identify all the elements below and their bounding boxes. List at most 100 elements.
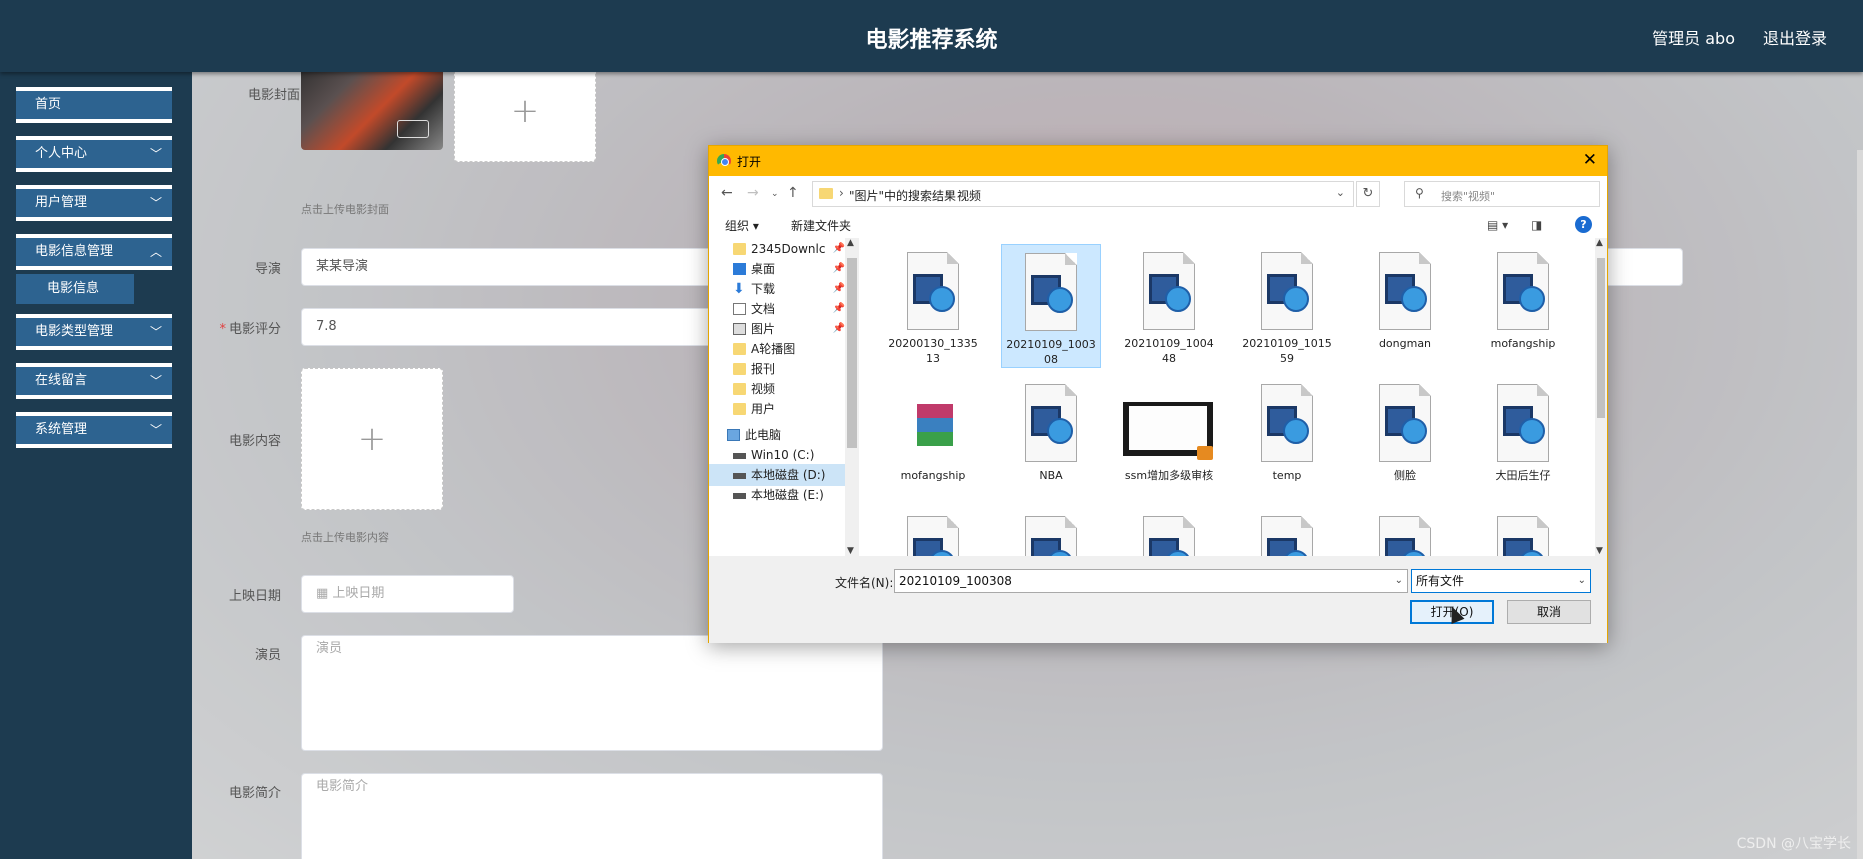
pin-icon: 📌	[832, 323, 845, 334]
video-file-icon	[1019, 253, 1083, 333]
new-folder-button[interactable]: 新建文件夹	[791, 217, 851, 234]
file-item[interactable]: ssm增加多级审核	[1119, 376, 1219, 483]
file-item[interactable]: temp	[1237, 376, 1337, 483]
file-item[interactable]	[883, 508, 983, 556]
sidebar-item-label: 在线留言	[35, 373, 88, 388]
sidebar-item-personal-center[interactable]: 个人中心 ﹀	[16, 136, 172, 172]
video-file-icon	[901, 252, 965, 332]
file-item[interactable]	[1001, 508, 1101, 556]
view-options-icon[interactable]: ▤ ▾	[1487, 218, 1508, 232]
nav-item-documents[interactable]: 文档 📌	[709, 298, 847, 320]
chevron-down-icon[interactable]: ⌄	[1395, 570, 1403, 592]
sidebar-item-home[interactable]: 首页	[16, 87, 172, 123]
file-item[interactable]: 20210109_101559	[1237, 244, 1337, 366]
intro-textarea[interactable]: 电影简介	[301, 773, 883, 859]
nav-item-a-carousel[interactable]: A轮播图	[709, 338, 847, 360]
nav-item-drive-e[interactable]: 本地磁盘 (E:)	[709, 484, 847, 506]
filetype-select[interactable]: 所有文件 ⌄	[1411, 569, 1591, 593]
file-item[interactable]: NBA	[1001, 376, 1101, 483]
sidebar-subitem-movie-info[interactable]: 电影信息	[16, 274, 134, 304]
cancel-button[interactable]: 取消	[1507, 600, 1591, 624]
cover-image[interactable]	[301, 72, 443, 150]
page-scrollbar[interactable]	[1857, 150, 1863, 859]
video-file-icon	[1255, 252, 1319, 332]
file-item[interactable]	[1355, 508, 1455, 556]
nav-item-users[interactable]: 用户	[709, 398, 847, 420]
breadcrumb-separator: ›	[945, 186, 950, 200]
file-item[interactable]	[1473, 508, 1573, 556]
nav-pane-scrollbar[interactable]: ▲ ▼	[845, 238, 859, 556]
help-icon[interactable]: ?	[1575, 216, 1592, 233]
breadcrumb-search-results[interactable]: "图片"中的搜索结果	[849, 187, 956, 204]
nav-item-drive-d[interactable]: 本地磁盘 (D:)	[709, 464, 847, 486]
search-box[interactable]: ⚲ 搜索"视频"	[1404, 181, 1600, 207]
up-arrow-icon[interactable]: ↑	[787, 185, 799, 201]
video-file-icon	[1491, 252, 1555, 332]
video-file-icon	[1137, 516, 1201, 556]
nav-item-this-pc[interactable]: 此电脑	[709, 424, 847, 446]
organize-menu[interactable]: 组织 ▾	[725, 217, 759, 234]
filename-input[interactable]: 20210109_100308 ⌄	[894, 569, 1408, 593]
chevron-down-icon: ﹀	[149, 423, 162, 437]
breadcrumb-separator: ›	[839, 186, 844, 200]
cover-upload-box[interactable]: +	[454, 72, 596, 162]
nav-item-2345downloads[interactable]: 2345Downlc 📌	[709, 238, 847, 260]
sidebar-item-user-management[interactable]: 用户管理 ﹀	[16, 185, 172, 221]
video-file-icon	[1255, 516, 1319, 556]
scroll-up-icon[interactable]: ▲	[847, 238, 854, 248]
dialog-titlebar[interactable]: 打开 ✕	[709, 146, 1607, 176]
file-item[interactable]	[1237, 508, 1337, 556]
download-icon: ⬇	[733, 281, 745, 297]
nav-item-videos[interactable]: 视频	[709, 378, 847, 400]
desktop-icon	[733, 263, 746, 275]
recent-dropdown-icon[interactable]: ⌄	[771, 189, 779, 199]
scroll-thumb[interactable]	[1597, 258, 1605, 418]
sidebar-item-system-management[interactable]: 系统管理 ﹀	[16, 412, 172, 448]
nav-item-periodicals[interactable]: 报刊	[709, 358, 847, 380]
file-item[interactable]: 大田后生仔	[1473, 376, 1573, 483]
close-icon[interactable]: ✕	[1583, 150, 1597, 170]
file-item[interactable]: 20200130_133513	[883, 244, 983, 366]
file-item[interactable]: mofangship	[1473, 244, 1573, 351]
app-header: 电影推荐系统 管理员 abo 退出登录	[0, 0, 1863, 72]
sidebar-item-online-message[interactable]: 在线留言 ﹀	[16, 363, 172, 399]
forward-arrow-icon[interactable]: →	[747, 185, 759, 201]
nav-item-drive-c[interactable]: Win10 (C:)	[709, 444, 847, 466]
dialog-navbar: ← → ⌄ ↑ › "图片"中的搜索结果 › 视频 ⌄ ↻ ⚲ 搜索"视频"	[709, 176, 1607, 212]
sidebar-item-label: 电影信息管理	[35, 244, 114, 259]
logout-link[interactable]: 退出登录	[1763, 25, 1827, 49]
chevron-down-icon[interactable]: ⌄	[1336, 186, 1345, 199]
sidebar-item-movie-info-management[interactable]: 电影信息管理 ︿	[16, 234, 172, 270]
content-upload-box[interactable]: +	[301, 368, 443, 510]
sidebar-item-movie-type-management[interactable]: 电影类型管理 ﹀	[16, 314, 172, 350]
file-item[interactable]: 20210109_100448	[1119, 244, 1219, 366]
scroll-thumb[interactable]	[847, 258, 857, 448]
drive-icon	[733, 453, 746, 459]
pin-icon: 📌	[832, 283, 845, 294]
pin-icon: 📌	[832, 303, 845, 314]
scroll-down-icon[interactable]: ▼	[1596, 546, 1603, 556]
nav-item-downloads[interactable]: ⬇ 下载 📌	[709, 278, 847, 300]
refresh-icon[interactable]: ↻	[1356, 181, 1380, 207]
address-bar[interactable]: › "图片"中的搜索结果 › 视频 ⌄	[812, 181, 1354, 207]
preview-pane-icon[interactable]: ◨	[1531, 218, 1542, 232]
nav-item-pictures[interactable]: 图片 📌	[709, 318, 847, 340]
nav-item-desktop[interactable]: 桌面 📌	[709, 258, 847, 280]
file-item[interactable]: 侧脸	[1355, 376, 1455, 483]
scroll-down-icon[interactable]: ▼	[847, 546, 854, 556]
chevron-up-icon: ︿	[149, 245, 162, 259]
release-date-input[interactable]: ▦ 上映日期	[301, 575, 514, 613]
video-file-icon	[1137, 252, 1201, 332]
actors-textarea[interactable]: 演员	[301, 635, 883, 751]
scroll-up-icon[interactable]: ▲	[1596, 238, 1603, 248]
actors-label: 演员	[254, 648, 281, 663]
file-list-scrollbar[interactable]: ▲ ▼	[1595, 238, 1607, 556]
breadcrumb-videos[interactable]: 视频	[957, 187, 981, 204]
back-arrow-icon[interactable]: ←	[721, 185, 733, 201]
file-item[interactable]: dongman	[1355, 244, 1455, 351]
sidebar-item-label: 用户管理	[35, 195, 88, 210]
file-item[interactable]: mofangship	[883, 376, 983, 483]
filename-label: 文件名(N):	[835, 576, 894, 590]
file-item-selected[interactable]: 20210109_100308	[1001, 244, 1101, 368]
file-item[interactable]	[1119, 508, 1219, 556]
